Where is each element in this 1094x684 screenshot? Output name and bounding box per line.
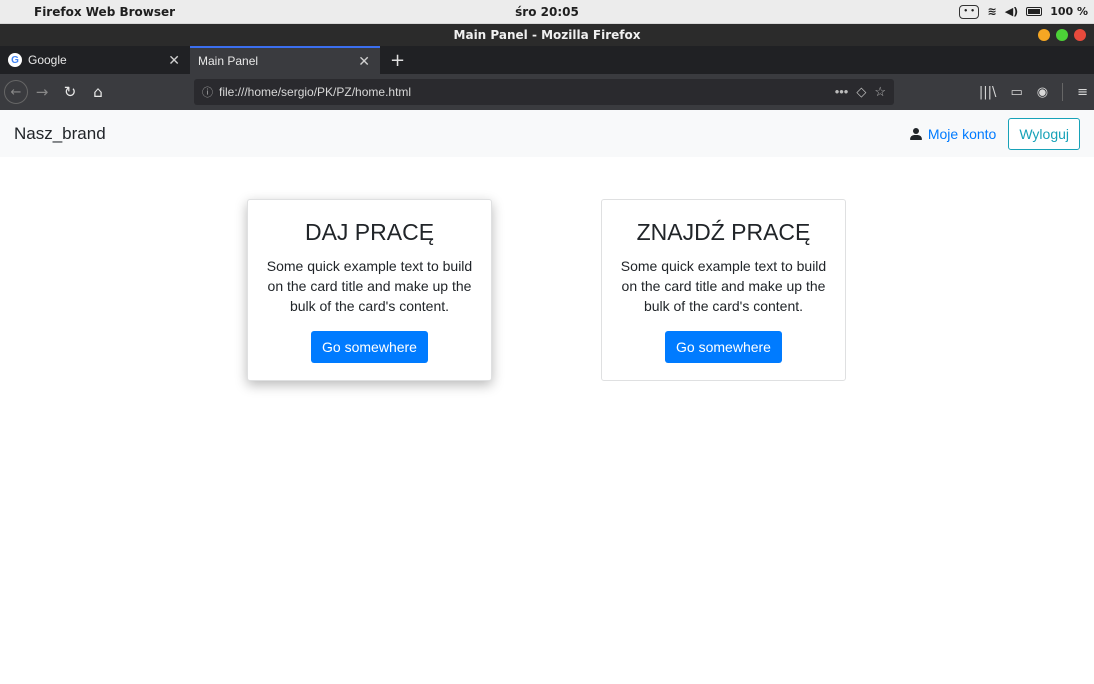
forward-arrow-icon[interactable]: → bbox=[28, 83, 56, 101]
url-text[interactable]: file:///home/sergio/PK/PZ/home.html bbox=[219, 85, 411, 99]
logout-button[interactable]: Wyloguj bbox=[1008, 117, 1080, 150]
window-controls bbox=[1038, 29, 1086, 41]
tab-strip: G Google ✕ Main Panel ✕ + bbox=[0, 46, 1094, 74]
gamepad-icon[interactable] bbox=[959, 4, 980, 19]
home-icon[interactable]: ⌂ bbox=[84, 83, 112, 101]
tab-label: Google bbox=[28, 53, 67, 67]
navigation-toolbar: ← → ↻ ⌂ ⓘ file:///home/sergio/PK/PZ/home… bbox=[0, 74, 1094, 110]
battery-percent: 100 % bbox=[1050, 5, 1088, 18]
library-icon[interactable]: |||\ bbox=[979, 85, 997, 100]
info-icon[interactable]: ⓘ bbox=[202, 84, 213, 100]
back-arrow-icon[interactable]: ← bbox=[4, 80, 28, 104]
minimize-button[interactable] bbox=[1038, 29, 1050, 41]
navbar-links: Moje konto Wyloguj bbox=[909, 117, 1080, 150]
bookmark-star-icon[interactable]: ☆ bbox=[874, 84, 886, 100]
go-somewhere-button[interactable]: Go somewhere bbox=[311, 331, 428, 363]
menu-icon[interactable]: ≡ bbox=[1077, 85, 1088, 100]
card-title: DAJ PRACĘ bbox=[304, 219, 435, 245]
active-app-name[interactable]: Firefox Web Browser bbox=[34, 5, 175, 19]
url-bar[interactable]: ⓘ file:///home/sergio/PK/PZ/home.html ••… bbox=[194, 79, 894, 105]
toolbar-separator bbox=[1062, 83, 1064, 101]
user-icon bbox=[909, 127, 922, 140]
go-somewhere-button[interactable]: Go somewhere bbox=[665, 331, 782, 363]
tab-label: Main Panel bbox=[198, 54, 259, 68]
sidebar-icon[interactable]: ▭ bbox=[1010, 85, 1022, 100]
account-link[interactable]: Moje konto bbox=[909, 126, 996, 142]
system-clock[interactable]: śro 20:05 bbox=[515, 5, 579, 19]
close-tab-icon[interactable]: ✕ bbox=[358, 53, 370, 70]
site-navbar: Nasz_brand Moje konto Wyloguj bbox=[0, 110, 1094, 157]
google-icon: G bbox=[8, 53, 22, 67]
card-title: ZNAJDŹ PRACĘ bbox=[636, 219, 811, 245]
toolbar-right: |||\ ▭ ◉ ≡ bbox=[979, 83, 1088, 101]
wifi-icon[interactable]: ≋ bbox=[987, 5, 996, 18]
page-content: Nasz_brand Moje konto Wyloguj DAJ PRACĘ … bbox=[0, 110, 1094, 684]
account-link-label[interactable]: Moje konto bbox=[928, 126, 996, 142]
brand-logo[interactable]: Nasz_brand bbox=[14, 124, 106, 144]
window-title: Main Panel - Mozilla Firefox bbox=[453, 28, 641, 42]
close-tab-icon[interactable]: ✕ bbox=[168, 52, 180, 69]
window-titlebar: Main Panel - Mozilla Firefox bbox=[0, 24, 1094, 46]
page-actions-icon[interactable]: ••• bbox=[835, 84, 849, 100]
card-find-job: ZNAJDŹ PRACĘ Some quick example text to … bbox=[601, 199, 846, 381]
account-icon[interactable]: ◉ bbox=[1037, 85, 1048, 100]
url-tools: ••• ◇ ☆ bbox=[835, 84, 886, 100]
pocket-icon[interactable]: ◇ bbox=[856, 84, 866, 100]
close-window-button[interactable] bbox=[1074, 29, 1086, 41]
battery-icon[interactable] bbox=[1026, 7, 1043, 16]
tab-google[interactable]: G Google ✕ bbox=[0, 46, 190, 74]
tab-main-panel[interactable]: Main Panel ✕ bbox=[190, 46, 380, 74]
system-tray: ≋ ◀) 100 % bbox=[959, 4, 1088, 19]
card-text: Some quick example text to build on the … bbox=[266, 258, 473, 314]
maximize-button[interactable] bbox=[1056, 29, 1068, 41]
reload-icon[interactable]: ↻ bbox=[56, 83, 84, 101]
volume-icon[interactable]: ◀) bbox=[1005, 5, 1019, 18]
card-give-job: DAJ PRACĘ Some quick example text to bui… bbox=[247, 199, 492, 381]
new-tab-button[interactable]: + bbox=[380, 46, 415, 74]
card-text: Some quick example text to build on the … bbox=[620, 258, 827, 314]
system-bar: Firefox Web Browser śro 20:05 ≋ ◀) 100 % bbox=[0, 0, 1094, 24]
